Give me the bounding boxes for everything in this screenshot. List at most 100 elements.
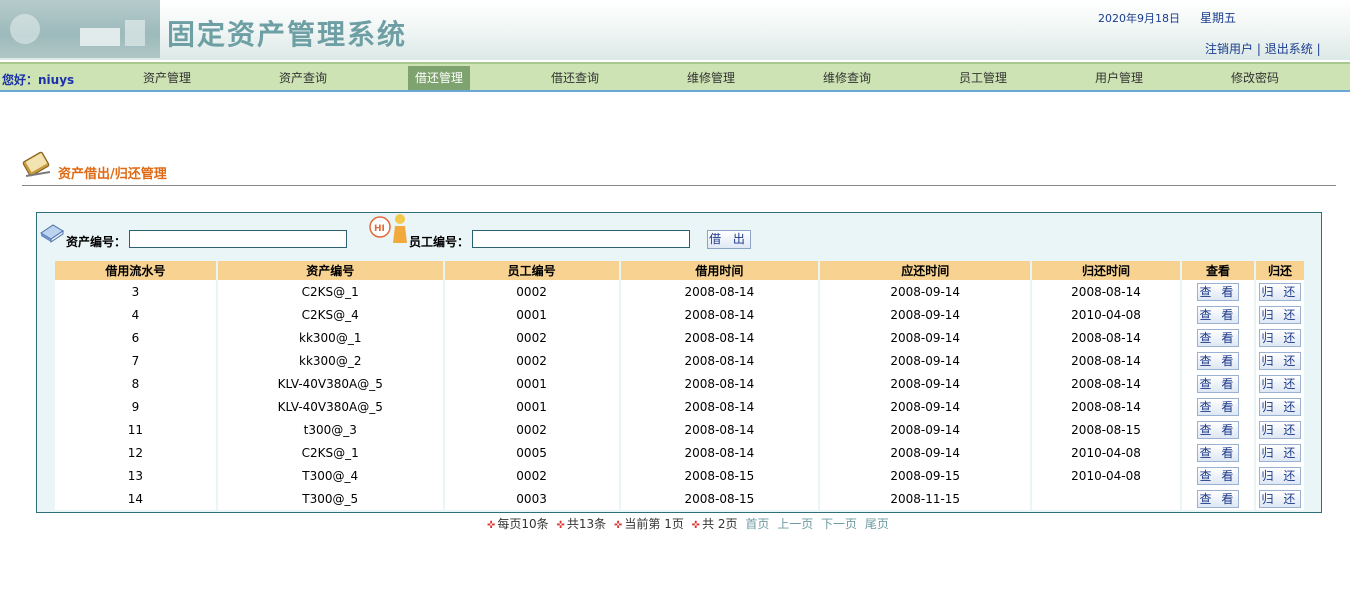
table-row: 9 KLV-40V380A@_5 0001 2008-08-14 2008-09-14 2… [55, 395, 1304, 418]
cell-due-date: 2008-09-15 [820, 464, 1031, 487]
nav-employee-management[interactable]: 员工管理 [923, 66, 1043, 90]
view-button[interactable]: 查 看 [1196, 489, 1239, 508]
view-button[interactable]: 查 看 [1196, 351, 1239, 370]
last-page-link[interactable]: 尾页 [865, 517, 889, 531]
borrow-return-panel: 资产编号： HI 员工编号： 借 出 借用流水号 资产编号 员工编号 借用时间 … [36, 212, 1322, 513]
next-page-link[interactable]: 下一页 [821, 517, 857, 531]
cell-return: 归 还 [1255, 326, 1304, 349]
view-button[interactable]: 查 看 [1196, 282, 1239, 301]
cell-employee-number: 0001 [444, 395, 619, 418]
nav-borrow-return-management[interactable]: 借还管理 [408, 66, 470, 90]
cell-return: 归 还 [1255, 441, 1304, 464]
cell-employee-number: 0005 [444, 441, 619, 464]
view-button[interactable]: 查 看 [1196, 328, 1239, 347]
nav-repair-query[interactable]: 维修查询 [787, 66, 907, 90]
column-header: 归还 [1255, 261, 1304, 280]
cell-borrow-date: 2008-08-15 [620, 464, 819, 487]
cell-borrow-date: 2008-08-14 [620, 349, 819, 372]
return-button[interactable]: 归 还 [1258, 489, 1301, 508]
table-header-row: 借用流水号 资产编号 员工编号 借用时间 应还时间 归还时间 查看 归还 [55, 261, 1304, 280]
cell-due-date: 2008-11-15 [820, 487, 1031, 510]
svg-text:HI: HI [374, 224, 385, 234]
building-logo-icon [0, 0, 160, 58]
cell-return-date [1032, 487, 1180, 510]
cell-asset-number: t300@_3 [217, 418, 443, 441]
cell-return-date: 2008-08-14 [1032, 280, 1180, 303]
arrow-icon: ✜ [556, 520, 565, 531]
cell-due-date: 2008-09-14 [820, 326, 1031, 349]
employee-number-input[interactable] [472, 230, 690, 248]
cell-borrow-id: 11 [55, 418, 216, 441]
table-row: 4 C2KS@_4 0001 2008-08-14 2008-09-14 2010-04-… [55, 303, 1304, 326]
cell-employee-number: 0001 [444, 372, 619, 395]
cell-view: 查 看 [1181, 326, 1254, 349]
view-button[interactable]: 查 看 [1196, 305, 1239, 324]
nav-borrow-return-query[interactable]: 借还查询 [515, 66, 635, 90]
cell-borrow-id: 14 [55, 487, 216, 510]
cell-borrow-date: 2008-08-14 [620, 280, 819, 303]
return-button[interactable]: 归 还 [1258, 443, 1301, 462]
cell-asset-number: KLV-40V380A@_5 [217, 395, 443, 418]
lend-button[interactable]: 借 出 [707, 230, 751, 249]
header-links: 注销用户 | 退出系统 | [1205, 40, 1321, 57]
page-count-text: 共 2页 [702, 517, 738, 531]
current-page-text: 当前第 1页 [624, 517, 684, 531]
nav-user-management[interactable]: 用户管理 [1059, 66, 1179, 90]
cell-return: 归 还 [1255, 303, 1304, 326]
cell-return: 归 还 [1255, 280, 1304, 303]
return-button[interactable]: 归 还 [1258, 328, 1301, 347]
cell-asset-number: C2KS@_1 [217, 441, 443, 464]
cell-return-date: 2008-08-14 [1032, 349, 1180, 372]
cell-borrow-date: 2008-08-14 [620, 418, 819, 441]
cell-employee-number: 0002 [444, 464, 619, 487]
cell-borrow-date: 2008-08-14 [620, 372, 819, 395]
cell-borrow-id: 9 [55, 395, 216, 418]
cell-due-date: 2008-09-14 [820, 441, 1031, 464]
prev-page-link[interactable]: 上一页 [777, 517, 813, 531]
return-button[interactable]: 归 还 [1258, 374, 1301, 393]
logout-link[interactable]: 注销用户 [1205, 42, 1253, 56]
cell-return: 归 还 [1255, 487, 1304, 510]
employee-number-label: 员工编号： [409, 235, 470, 249]
nav-change-password[interactable]: 修改密码 [1195, 66, 1315, 90]
view-button[interactable]: 查 看 [1196, 443, 1239, 462]
cell-return-date: 2010-04-08 [1032, 441, 1180, 464]
cell-asset-number: KLV-40V380A@_5 [217, 372, 443, 395]
cell-borrow-date: 2008-08-14 [620, 441, 819, 464]
cell-asset-number: C2KS@_4 [217, 303, 443, 326]
view-button[interactable]: 查 看 [1196, 466, 1239, 485]
cell-view: 查 看 [1181, 372, 1254, 395]
return-button[interactable]: 归 还 [1258, 282, 1301, 301]
return-button[interactable]: 归 还 [1258, 466, 1301, 485]
exit-link[interactable]: 退出系统 [1265, 42, 1313, 56]
cell-borrow-id: 6 [55, 326, 216, 349]
cell-view: 查 看 [1181, 487, 1254, 510]
first-page-link[interactable]: 首页 [745, 517, 769, 531]
table-row: 14 T300@_5 0003 2008-08-15 2008-11-15 查 看归 还 [55, 487, 1304, 510]
view-button[interactable]: 查 看 [1196, 420, 1239, 439]
return-button[interactable]: 归 还 [1258, 305, 1301, 324]
return-button[interactable]: 归 还 [1258, 397, 1301, 416]
return-button[interactable]: 归 还 [1258, 420, 1301, 439]
arrow-icon: ✜ [614, 520, 623, 531]
nav-repair-management[interactable]: 维修管理 [651, 66, 771, 90]
app-title: 固定资产管理系统 [167, 18, 408, 51]
app-header: 固定资产管理系统 2020年9月18日 星期五 注销用户 | 退出系统 | [0, 0, 1350, 60]
return-button[interactable]: 归 还 [1258, 351, 1301, 370]
nav-asset-management[interactable]: 资产管理 [107, 66, 227, 90]
per-page-text: 每页10条 [497, 517, 549, 531]
cell-due-date: 2008-09-14 [820, 349, 1031, 372]
cell-asset-number: T300@_4 [217, 464, 443, 487]
table-row: 11 t300@_3 0002 2008-08-14 2008-09-14 2008-08… [55, 418, 1304, 441]
cell-borrow-id: 13 [55, 464, 216, 487]
view-button[interactable]: 查 看 [1196, 374, 1239, 393]
cell-return-date: 2010-04-08 [1032, 303, 1180, 326]
view-button[interactable]: 查 看 [1196, 397, 1239, 416]
cell-view: 查 看 [1181, 395, 1254, 418]
asset-number-input[interactable] [129, 230, 347, 248]
cell-due-date: 2008-09-14 [820, 280, 1031, 303]
cell-asset-number: kk300@_2 [217, 349, 443, 372]
nav-asset-query[interactable]: 资产查询 [243, 66, 363, 90]
page-title: 资产借出/归还管理 [58, 167, 167, 182]
cell-borrow-id: 7 [55, 349, 216, 372]
